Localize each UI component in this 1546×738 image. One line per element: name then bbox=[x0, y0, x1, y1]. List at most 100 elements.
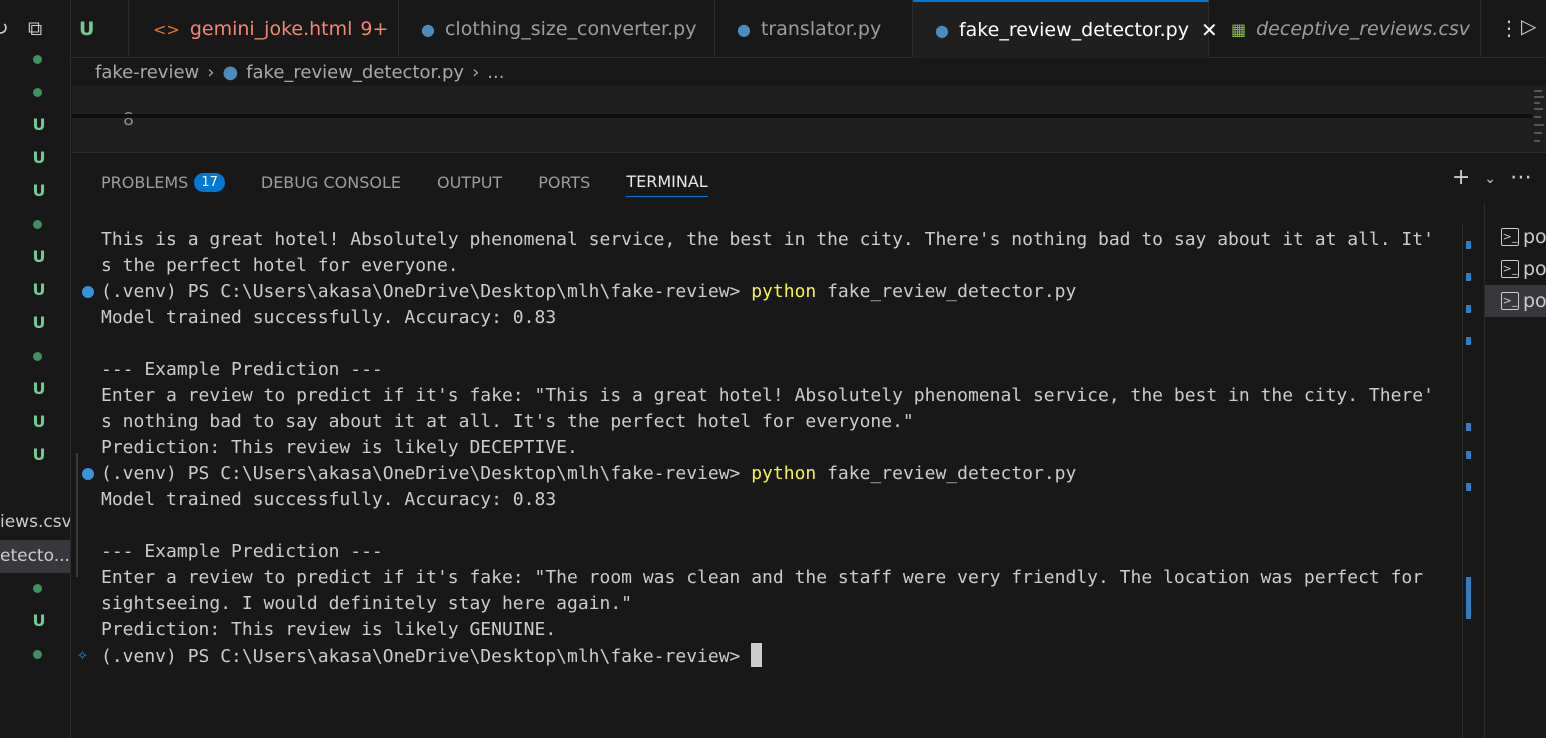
explorer-row[interactable] bbox=[0, 638, 70, 671]
terminal-output-line: Prediction: This review is likely DECEPT… bbox=[101, 437, 578, 458]
chevron-down-icon[interactable]: ⌄ bbox=[1484, 171, 1496, 190]
tab-label: deceptive_reviews.csv bbox=[1256, 18, 1471, 40]
tab-label: DEBUG CONSOLE bbox=[260, 172, 401, 192]
terminal-entry-label: po bbox=[1523, 226, 1546, 248]
explorer-row[interactable]: U bbox=[0, 274, 70, 307]
tab-fake-review-detector[interactable]: ● fake_review_detector.py ✕ bbox=[913, 0, 1218, 58]
python-icon: ● bbox=[737, 19, 751, 39]
explorer-row[interactable]: U bbox=[0, 307, 70, 340]
run-icon[interactable]: ▷ bbox=[1521, 14, 1536, 38]
sparkle-icon[interactable]: ✧ bbox=[77, 644, 88, 665]
terminal-output-line: sightseeing. I would definitely stay her… bbox=[101, 593, 633, 614]
tab-debug-console[interactable]: DEBUG CONSOLE bbox=[261, 167, 401, 197]
more-actions-icon[interactable]: ⋯ bbox=[1510, 165, 1532, 190]
explorer-row[interactable]: U bbox=[0, 406, 70, 439]
terminal-icon: >_ bbox=[1501, 260, 1519, 278]
code-editor[interactable]: 8 def main(): 52 else: bbox=[72, 86, 1546, 152]
breadcrumb-symbol[interactable]: ... bbox=[487, 62, 504, 83]
terminal-prompt-line: (.venv) PS C:\Users\akasa\OneDrive\Deskt… bbox=[101, 279, 1076, 305]
collapse-all-icon[interactable]: ⧉ bbox=[28, 16, 42, 40]
tab-status-label: U bbox=[79, 18, 95, 40]
prompt-text: (.venv) PS C:\Users\akasa\OneDrive\Deskt… bbox=[101, 463, 752, 484]
terminal-entry-label: po bbox=[1523, 290, 1546, 312]
sticky-scroll-line[interactable]: 8 def main(): bbox=[72, 88, 270, 152]
explorer-row[interactable]: U bbox=[0, 109, 70, 142]
tab-clothing-size-converter[interactable]: ● clothing_size_converter.py bbox=[399, 0, 715, 58]
terminal-output-line: Enter a review to predict if it's fake: … bbox=[101, 567, 1424, 588]
terminal-scrollbar[interactable] bbox=[1462, 223, 1476, 738]
command-argument: fake_review_detector.py bbox=[816, 281, 1077, 302]
terminal-entry[interactable]: >_ po bbox=[1485, 253, 1546, 285]
tab-ports[interactable]: PORTS bbox=[538, 167, 590, 197]
untracked-status: U bbox=[32, 148, 46, 167]
tab-translator[interactable]: ● translator.py bbox=[715, 0, 913, 58]
explorer-row[interactable]: U bbox=[0, 142, 70, 175]
terminal-prompt-line: (.venv) PS C:\Users\akasa\OneDrive\Deskt… bbox=[101, 461, 1076, 487]
tab-label: PROBLEMS bbox=[101, 172, 189, 192]
untracked-status: U bbox=[32, 181, 46, 200]
new-terminal-icon[interactable]: + bbox=[1452, 165, 1470, 190]
code-line-52[interactable]: 52 else: bbox=[72, 128, 134, 152]
tab-problems[interactable]: PROBLEMS 17 bbox=[101, 167, 225, 197]
untracked-status: U bbox=[32, 115, 46, 134]
refresh-icon[interactable]: ↻ bbox=[0, 16, 9, 40]
explorer-row[interactable]: U bbox=[0, 175, 70, 208]
explorer-file-label: etecto... bbox=[0, 546, 70, 566]
sticky-scroll-shadow bbox=[72, 114, 1532, 118]
terminal-output-line: Prediction: This review is likely GENUIN… bbox=[101, 619, 557, 640]
prompt-text: (.venv) PS C:\Users\akasa\OneDrive\Deskt… bbox=[101, 646, 752, 667]
tab-gemini-joke[interactable]: <> gemini_joke.html 9+ bbox=[129, 0, 399, 58]
explorer-row[interactable] bbox=[0, 43, 70, 76]
explorer-file[interactable]: iews.csv bbox=[0, 506, 71, 539]
terminal-active-prompt: (.venv) PS C:\Users\akasa\OneDrive\Deskt… bbox=[101, 643, 763, 669]
explorer-row[interactable] bbox=[0, 76, 70, 109]
more-tabs-icon[interactable]: ⋮ bbox=[1499, 16, 1519, 40]
explorer-row[interactable]: U bbox=[0, 241, 70, 274]
explorer-row[interactable] bbox=[0, 208, 70, 241]
tab-deceptive-reviews[interactable]: ▦ deceptive_reviews.csv bbox=[1209, 0, 1481, 58]
modified-dot-icon bbox=[33, 352, 42, 361]
untracked-status: U bbox=[32, 611, 46, 630]
terminal-output-line: Model trained successfully. Accuracy: 0.… bbox=[101, 307, 557, 328]
explorer-file-label: iews.csv bbox=[0, 512, 71, 532]
untracked-status: U bbox=[32, 412, 46, 431]
modified-dot-icon bbox=[33, 584, 42, 593]
terminal-entry-label: po bbox=[1523, 258, 1546, 280]
minimap[interactable] bbox=[1532, 86, 1546, 152]
tab-label: gemini_joke.html bbox=[189, 18, 353, 40]
explorer-row[interactable]: U bbox=[0, 373, 70, 406]
terminal-output-line: s the perfect hotel for everyone. bbox=[101, 255, 459, 276]
tab-label: clothing_size_converter.py bbox=[444, 18, 697, 40]
breadcrumb: fake-review › ● fake_review_detector.py … bbox=[95, 58, 512, 86]
terminal-output[interactable]: This is a great hotel! Absolutely phenom… bbox=[72, 223, 1472, 738]
modified-dot-icon bbox=[33, 88, 42, 97]
explorer-row[interactable] bbox=[0, 340, 70, 373]
breadcrumb-folder[interactable]: fake-review bbox=[95, 62, 199, 83]
terminal-entry-selected[interactable]: >_ po bbox=[1485, 285, 1546, 317]
modified-dot-icon bbox=[33, 650, 42, 659]
terminal-entry[interactable]: >_ po bbox=[1485, 221, 1546, 253]
tab-terminal[interactable]: TERMINAL bbox=[626, 167, 708, 197]
explorer-sidebar: ↻ ⧉ UUUUUUUUUiews.csvetecto...U bbox=[0, 0, 71, 738]
tab-label: OUTPUT bbox=[436, 172, 503, 192]
bottom-panel: PROBLEMS 17 DEBUG CONSOLE OUTPUT PORTS T… bbox=[72, 152, 1546, 738]
untracked-status: U bbox=[32, 247, 46, 266]
tab-label: fake_review_detector.py bbox=[958, 19, 1189, 41]
tab-output[interactable]: OUTPUT bbox=[437, 167, 502, 197]
explorer-file[interactable]: etecto... bbox=[0, 540, 70, 573]
breadcrumb-file[interactable]: fake_review_detector.py bbox=[246, 62, 464, 83]
command-decoration-icon[interactable] bbox=[82, 468, 94, 480]
editor-tab-bar: U <> gemini_joke.html 9+ ● clothing_size… bbox=[71, 0, 1546, 58]
command-decoration-icon[interactable] bbox=[82, 286, 94, 298]
tab-label: TERMINAL bbox=[626, 172, 708, 191]
panel-tabs: PROBLEMS 17 DEBUG CONSOLE OUTPUT PORTS T… bbox=[101, 167, 744, 197]
explorer-row[interactable]: U bbox=[0, 605, 70, 638]
explorer-row[interactable] bbox=[0, 572, 70, 605]
chevron-right-icon: › bbox=[207, 61, 215, 83]
explorer-row[interactable]: U bbox=[0, 439, 70, 472]
untracked-status: U bbox=[32, 379, 46, 398]
tab-status-untracked: U bbox=[71, 0, 129, 58]
terminal-output-line: Model trained successfully. Accuracy: 0.… bbox=[101, 489, 557, 510]
terminal-output-line: s nothing bad to say about it at all. It… bbox=[101, 411, 914, 432]
prompt-text: (.venv) PS C:\Users\akasa\OneDrive\Deskt… bbox=[101, 281, 752, 302]
